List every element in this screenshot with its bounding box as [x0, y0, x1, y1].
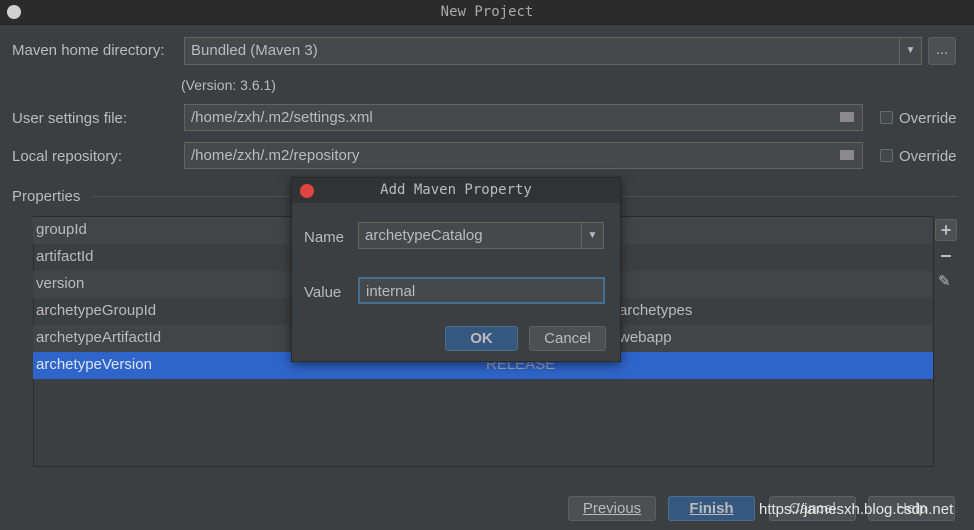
- chevron-down-icon[interactable]: ▼: [581, 223, 603, 248]
- property-name: version: [36, 275, 85, 292]
- finish-label: Finish: [689, 500, 734, 517]
- maven-version: (Version: 3.6.1): [181, 77, 276, 93]
- dialog-title: Add Maven Property: [380, 182, 532, 198]
- local-repo-override-label: Override: [899, 148, 957, 165]
- folder-icon[interactable]: [840, 150, 854, 160]
- local-repo-input[interactable]: /home/zxh/.m2/repository: [184, 142, 863, 169]
- watermark: https://jamesxh.blog.csdn.net: [759, 501, 954, 518]
- folder-icon[interactable]: [840, 112, 854, 122]
- property-name: artifactId: [36, 248, 94, 265]
- add-icon[interactable]: +: [935, 219, 957, 241]
- user-settings-value: /home/zxh/.m2/settings.xml: [191, 109, 373, 126]
- property-value: archetypes: [619, 302, 693, 319]
- chevron-down-icon[interactable]: ▼: [899, 38, 921, 64]
- maven-home-value: Bundled (Maven 3): [191, 42, 318, 59]
- property-name: archetypeVersion: [36, 356, 152, 373]
- property-name: archetypeGroupId: [36, 302, 157, 319]
- properties-label: Properties: [12, 188, 81, 205]
- dialog-cancel-button[interactable]: Cancel: [529, 326, 606, 351]
- browse-button[interactable]: ...: [928, 37, 956, 65]
- remove-icon[interactable]: [941, 255, 951, 257]
- local-repo-label: Local repository:: [12, 148, 123, 165]
- value-input[interactable]: internal: [358, 277, 605, 304]
- local-repo-override-checkbox[interactable]: [880, 149, 893, 162]
- finish-button[interactable]: Finish: [668, 496, 755, 521]
- value-label: Value: [304, 284, 342, 301]
- maven-home-select[interactable]: Bundled (Maven 3) ▼: [184, 37, 922, 65]
- window-title: New Project: [440, 4, 534, 20]
- property-value: webapp: [619, 329, 672, 346]
- edit-icon[interactable]: ✎: [938, 272, 951, 290]
- name-value: archetypeCatalog: [365, 227, 483, 244]
- add-maven-property-dialog: Add Maven Property Name archetypeCatalog…: [291, 177, 621, 362]
- local-repo-value: /home/zxh/.m2/repository: [191, 147, 360, 164]
- name-label: Name: [304, 229, 345, 246]
- property-name: archetypeArtifactId: [36, 329, 162, 346]
- previous-label: Previous: [582, 500, 642, 517]
- maven-home-label: Maven home directory:: [12, 42, 165, 59]
- user-settings-override-label: Override: [899, 110, 957, 127]
- property-name: groupId: [36, 221, 87, 238]
- user-settings-label: User settings file:: [12, 110, 128, 127]
- previous-button[interactable]: Previous: [568, 496, 656, 521]
- user-settings-override-checkbox[interactable]: [880, 111, 893, 124]
- name-combobox[interactable]: archetypeCatalog ▼: [358, 222, 604, 249]
- user-settings-input[interactable]: /home/zxh/.m2/settings.xml: [184, 104, 863, 131]
- ok-button[interactable]: OK: [445, 326, 518, 351]
